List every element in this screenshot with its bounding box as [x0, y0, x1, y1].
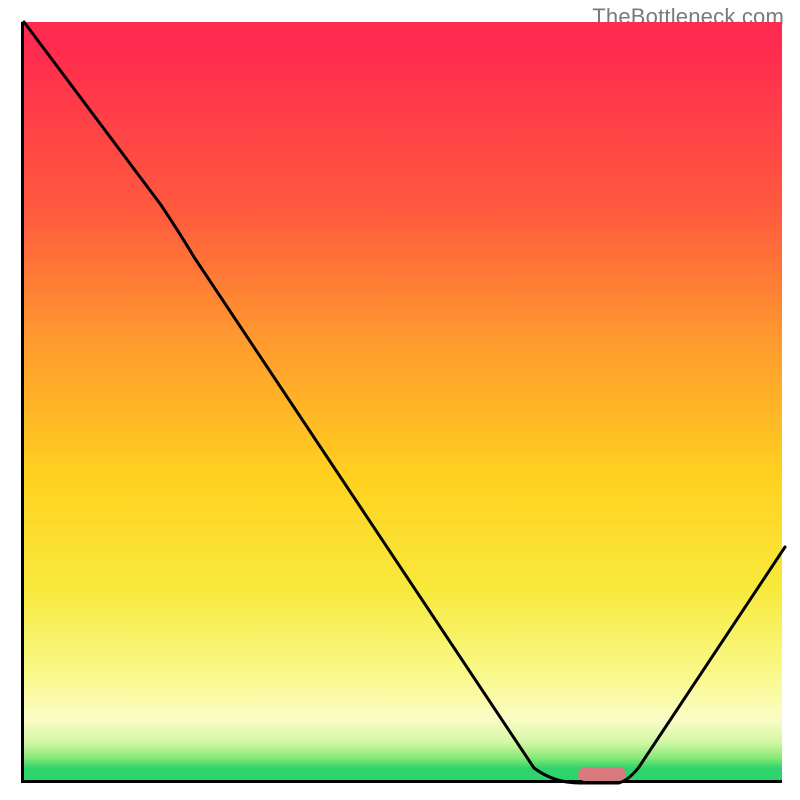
- curve-path: [24, 22, 785, 783]
- bottleneck-curve: [24, 22, 785, 783]
- figure-wrapper: TheBottleneck.com: [0, 0, 800, 800]
- plot-area: [21, 22, 782, 783]
